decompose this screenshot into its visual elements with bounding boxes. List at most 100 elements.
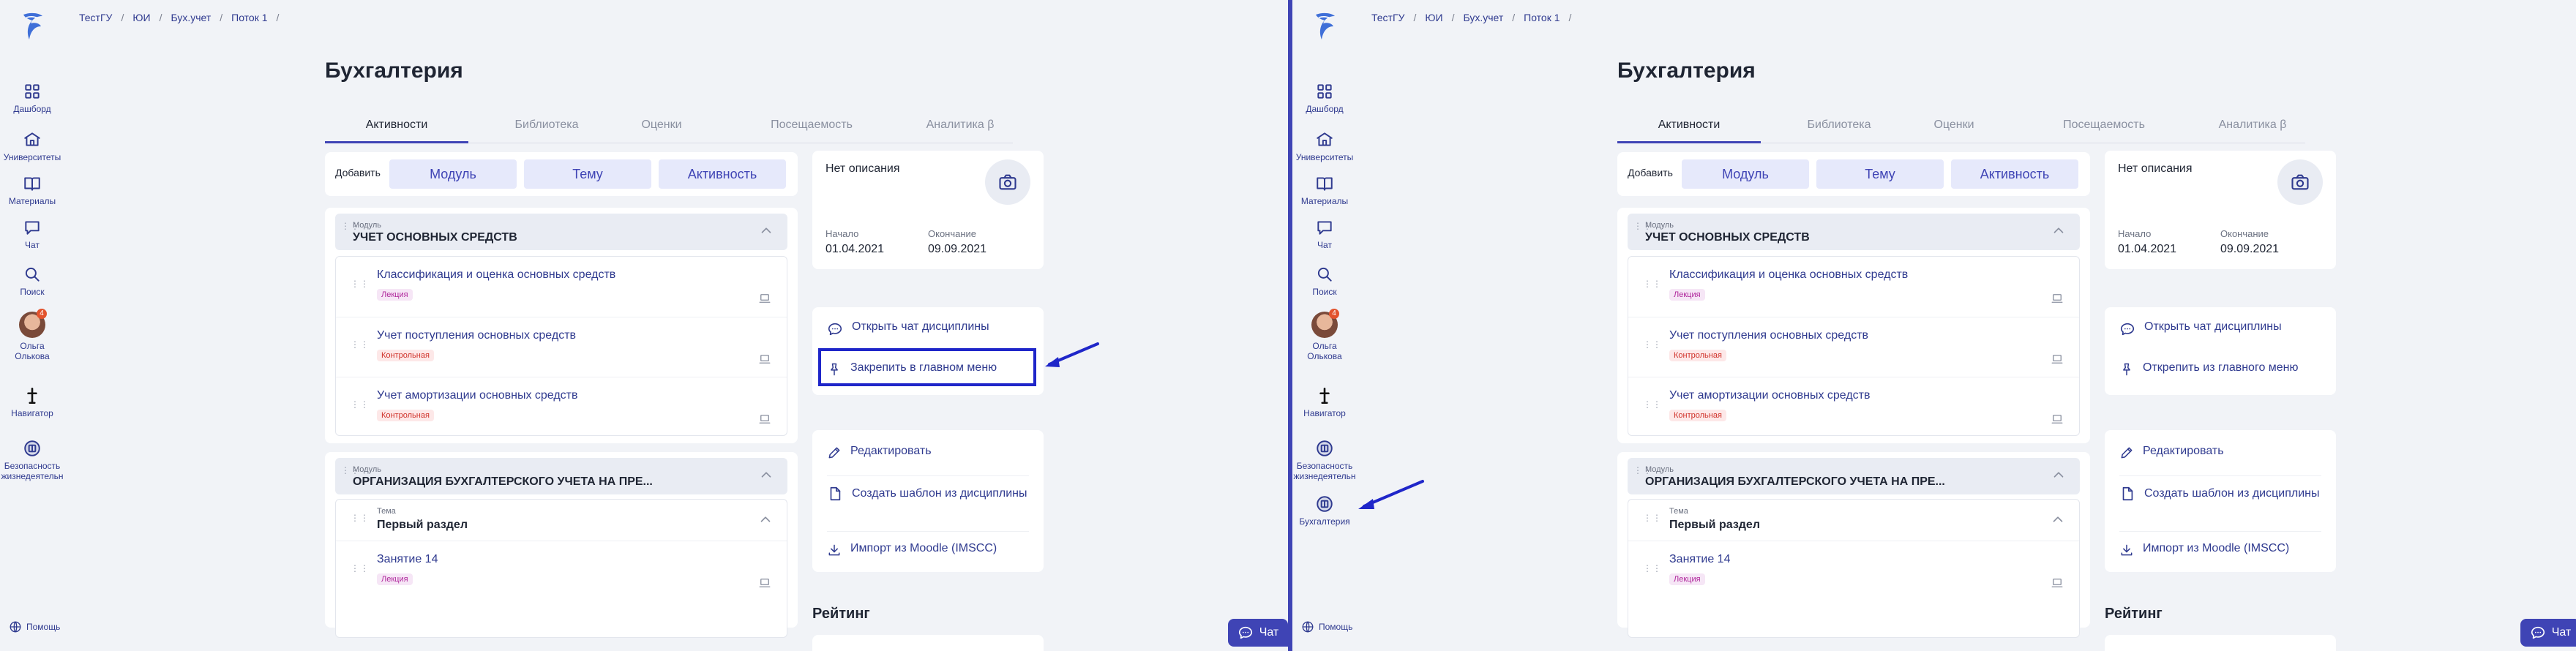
sidebar-item-6[interactable]: Навигатор [1292, 386, 1357, 418]
sidebar-item-6[interactable]: Навигатор [0, 386, 64, 418]
sidebar-item-7[interactable]: Безопасность жизнедеятельн [1292, 439, 1357, 481]
drag-handle[interactable]: ⋮⋮ [351, 279, 369, 295]
help-link[interactable]: Помощь [9, 620, 60, 633]
sidebar-item-1[interactable]: Университеты [1292, 130, 1357, 162]
sidebar-item-0[interactable]: Дашборд [0, 82, 64, 114]
drag-handle[interactable]: ⋮⋮ [1643, 564, 1661, 579]
sidebar-item-1[interactable]: Университеты [0, 130, 64, 162]
lesson-row[interactable]: ⋮⋮ Учет амортизации основных средств Контр… [1628, 377, 2079, 437]
drag-handle[interactable]: ⋮⋮ [351, 400, 369, 415]
lesson-title[interactable]: Учет поступления основных средств [1669, 329, 1868, 342]
tab-1[interactable]: Библиотека [1783, 117, 1895, 143]
drag-handle[interactable]: ⋮⋮ [351, 513, 369, 529]
tab-0[interactable]: Активности [325, 117, 468, 143]
sidebar-item-3[interactable]: Чат [1292, 218, 1357, 250]
drag-handle[interactable]: ⋮⋮ [1643, 400, 1661, 415]
breadcrumb-item[interactable]: ТестГУ [79, 12, 112, 23]
sidebar-item-7[interactable]: Безопасность жизнедеятельн [0, 439, 64, 481]
sidebar-item-2[interactable]: Материалы [1292, 174, 1357, 206]
lesson-title[interactable]: Классификация и оценка основных средств [1669, 268, 1908, 282]
sidebar-item-3[interactable]: Чат [0, 218, 64, 250]
sidebar-item-8[interactable]: Бухгалтерия [1292, 494, 1357, 527]
module-header[interactable]: ⋮⋮ Модуль УЧЕТ ОСНОВНЫХ СРЕДСТВ [1628, 214, 2080, 250]
edit-button[interactable]: Редактировать [2119, 445, 2224, 459]
lesson-row[interactable]: ⋮⋮ Классификация и оценка основных средст… [336, 257, 787, 317]
lesson-title[interactable]: Занятие 14 [1669, 553, 1730, 566]
sidebar-item-5[interactable]: 4 Ольга Олькова [1292, 309, 1357, 361]
avatar[interactable]: 4 [19, 309, 47, 338]
add-1-button[interactable]: Тему [1816, 159, 1944, 189]
drag-handle[interactable]: ⋮⋮ [1643, 279, 1661, 295]
add-0-button[interactable]: Модуль [389, 159, 517, 189]
module-header[interactable]: ⋮⋮ Модуль ОРГАНИЗАЦИЯ БУХГАЛТЕРСКОГО УЧЕТА… [1628, 458, 2080, 494]
add-1-button[interactable]: Тему [524, 159, 651, 189]
sidebar-item-2[interactable]: Материалы [0, 174, 64, 206]
chevron-up-icon[interactable] [2051, 467, 2067, 483]
import-moodle-button[interactable]: Импорт из Moodle (IMSCC) [827, 531, 1029, 557]
breadcrumb-item[interactable]: Бух.учет [1463, 12, 1503, 23]
open-chat-button[interactable]: Открыть чат дисциплины [827, 320, 989, 336]
drag-handle[interactable]: ⋮⋮ [341, 222, 359, 237]
breadcrumb-item[interactable]: ЮИ [1425, 12, 1442, 23]
lesson-row[interactable]: ⋮⋮ Учет поступления основных средств Контр… [1628, 317, 2079, 377]
breadcrumb-item[interactable]: Бух.учет [171, 12, 211, 23]
edit-button[interactable]: Редактировать [827, 445, 932, 459]
lesson-title[interactable]: Учет амортизации основных средств [1669, 389, 1871, 402]
sidebar-item-4[interactable]: Поиск [0, 265, 64, 297]
chevron-up-icon[interactable] [758, 467, 774, 483]
tab-0[interactable]: Активности [1617, 117, 1761, 143]
tab-3[interactable]: Посещаемость [736, 117, 887, 143]
drag-handle[interactable]: ⋮⋮ [1633, 222, 1652, 237]
section-header[interactable]: ⋮⋮ Тема Первый раздел [1628, 500, 2079, 541]
lesson-row[interactable]: ⋮⋮ Учет амортизации основных средств Контр… [336, 377, 787, 437]
sidebar-item-4[interactable]: Поиск [1292, 265, 1357, 297]
cover-upload-button[interactable] [985, 159, 1030, 205]
section-header[interactable]: ⋮⋮ Тема Первый раздел [336, 500, 787, 541]
module-header[interactable]: ⋮⋮ Модуль ОРГАНИЗАЦИЯ БУХГАЛТЕРСКОГО УЧЕТА… [335, 458, 787, 494]
drag-handle[interactable]: ⋮⋮ [1643, 340, 1661, 355]
add-2-button[interactable]: Активность [659, 159, 786, 189]
logo-icon[interactable] [18, 10, 47, 42]
tab-2[interactable]: Оценки [1910, 117, 1998, 143]
tab-4[interactable]: Аналитика β [2203, 117, 2302, 143]
create-template-button[interactable]: Создать шаблон из дисциплины [2119, 475, 2321, 503]
chevron-up-icon[interactable] [2051, 222, 2067, 238]
breadcrumb-item[interactable]: ЮИ [132, 12, 150, 23]
sidebar-item-0[interactable]: Дашборд [1292, 82, 1357, 114]
help-link[interactable]: Помощь [1301, 620, 1352, 633]
avatar[interactable]: 4 [1311, 309, 1339, 338]
breadcrumb-item[interactable]: Поток 1 [1524, 12, 1560, 23]
drag-handle[interactable]: ⋮⋮ [1633, 466, 1652, 481]
lesson-row[interactable]: ⋮⋮ Классификация и оценка основных средст… [1628, 257, 2079, 317]
create-template-button[interactable]: Создать шаблон из дисциплины [827, 475, 1029, 503]
tab-3[interactable]: Посещаемость [2029, 117, 2179, 143]
logo-icon[interactable] [1310, 10, 1339, 42]
tab-1[interactable]: Библиотека [490, 117, 603, 143]
lesson-row[interactable]: ⋮⋮ Учет поступления основных средств Контр… [336, 317, 787, 377]
lesson-title[interactable]: Занятие 14 [377, 553, 438, 566]
tab-4[interactable]: Аналитика β [910, 117, 1010, 143]
chat-fab-button[interactable]: Чат [1228, 619, 1288, 647]
sidebar-item-5[interactable]: 4 Ольга Олькова [0, 309, 64, 361]
chevron-up-icon[interactable] [758, 222, 774, 238]
chevron-up-icon[interactable] [2050, 511, 2066, 527]
drag-handle[interactable]: ⋮⋮ [351, 340, 369, 355]
lesson-title[interactable]: Учет амортизации основных средств [377, 389, 578, 402]
add-0-button[interactable]: Модуль [1682, 159, 1809, 189]
breadcrumb-item[interactable]: Поток 1 [231, 12, 267, 23]
import-moodle-button[interactable]: Импорт из Moodle (IMSCC) [2119, 531, 2321, 557]
lesson-row[interactable]: ⋮⋮ Занятие 14 Лекция [1628, 541, 2079, 601]
breadcrumb-item[interactable]: ТестГУ [1371, 12, 1404, 23]
lesson-title[interactable]: Классификация и оценка основных средств [377, 268, 615, 282]
add-2-button[interactable]: Активность [1951, 159, 2078, 189]
chat-fab-button[interactable]: Чат [2520, 619, 2576, 647]
drag-handle[interactable]: ⋮⋮ [1643, 513, 1661, 529]
drag-handle[interactable]: ⋮⋮ [351, 564, 369, 579]
lesson-row[interactable]: ⋮⋮ Занятие 14 Лекция [336, 541, 787, 601]
lesson-title[interactable]: Учет поступления основных средств [377, 329, 576, 342]
module-header[interactable]: ⋮⋮ Модуль УЧЕТ ОСНОВНЫХ СРЕДСТВ [335, 214, 787, 250]
cover-upload-button[interactable] [2277, 159, 2323, 205]
open-chat-button[interactable]: Открыть чат дисциплины [2119, 320, 2282, 336]
drag-handle[interactable]: ⋮⋮ [341, 466, 359, 481]
tab-2[interactable]: Оценки [618, 117, 705, 143]
